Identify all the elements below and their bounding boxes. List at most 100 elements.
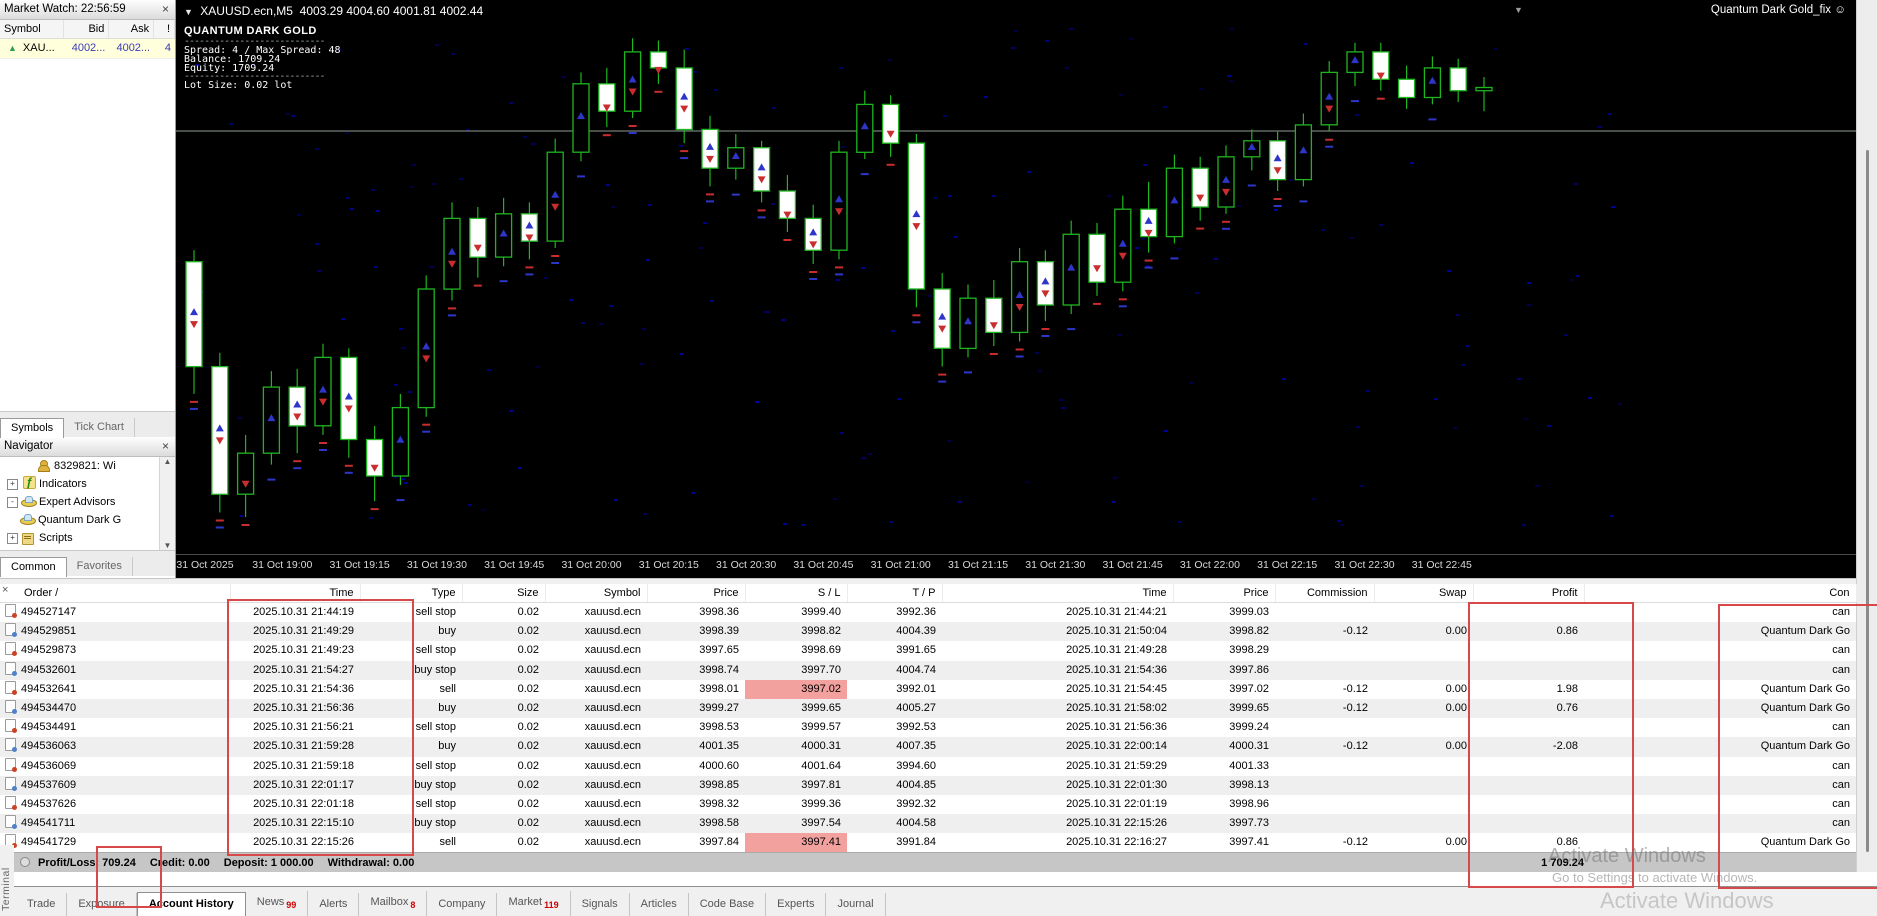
column-header-con[interactable]: Con bbox=[1584, 584, 1857, 603]
column-header-symbol[interactable]: Symbol bbox=[545, 584, 648, 603]
table-row[interactable]: 494541711 2025.10.31 22:15:10 buy stop 0.02… bbox=[0, 814, 1856, 834]
cell: 4007.35 bbox=[847, 737, 942, 757]
tab-common[interactable]: Common bbox=[0, 557, 67, 577]
navigator-scrollbar[interactable]: ▲ ▼ bbox=[159, 457, 175, 550]
column-header-profit[interactable]: Profit bbox=[1473, 584, 1585, 603]
table-row[interactable]: 494536069 2025.10.31 21:59:18 sell stop 0.0… bbox=[0, 757, 1856, 776]
axis-tick-label: 31 Oct 20:15 bbox=[638, 559, 699, 571]
cell: xauusd.ecn bbox=[584, 759, 641, 772]
table-row[interactable]: 494534491 2025.10.31 21:56:21 sell stop 0.0… bbox=[0, 718, 1856, 737]
tab-trade[interactable]: Trade bbox=[16, 893, 68, 916]
sidebar-item-quantum-dark-g[interactable]: Quantum Dark G bbox=[0, 511, 175, 529]
tab-articles[interactable]: Articles bbox=[630, 893, 689, 916]
tab-symbols[interactable]: Symbols bbox=[0, 418, 65, 438]
cell: 3999.27 bbox=[647, 699, 745, 719]
mw-col-ask[interactable]: Ask bbox=[109, 20, 155, 38]
cell: 3998.69 bbox=[801, 644, 841, 657]
cell: 2025.10.31 21:56:21 bbox=[253, 721, 354, 734]
column-header-order[interactable]: Order / bbox=[0, 584, 231, 603]
column-header-sl[interactable]: S / L bbox=[745, 584, 848, 603]
chart-title[interactable]: ▼ XAUUSD.ecn,M5 4003.29 4004.60 4001.81 … bbox=[184, 4, 483, 18]
expand-icon[interactable]: + bbox=[7, 478, 18, 490]
column-header-price[interactable]: Price bbox=[647, 584, 746, 603]
cell: 4004.58 bbox=[847, 814, 942, 834]
table-row[interactable]: 494529873 2025.10.31 21:49:23 sell stop 0.0… bbox=[0, 641, 1856, 660]
market-watch-row[interactable]: ▲ XAU... 4002... 4002... 4 bbox=[0, 39, 175, 59]
tab-tick-chart[interactable]: Tick Chart bbox=[64, 418, 135, 437]
mw-col-bid[interactable]: Bid bbox=[64, 20, 110, 38]
table-row[interactable]: 494529851 2025.10.31 21:49:29 buy 0.02 xauus… bbox=[0, 622, 1856, 642]
cell: 3999.36 bbox=[801, 798, 841, 811]
candlestick-chart[interactable] bbox=[176, 0, 1856, 554]
scroll-down-icon[interactable]: ▼ bbox=[164, 541, 172, 550]
navigator-tabs: Common Favorites bbox=[0, 550, 175, 577]
cell bbox=[1473, 603, 1584, 623]
cell: 3998.82 bbox=[1173, 622, 1275, 642]
table-row[interactable]: 494537626 2025.10.31 22:01:18 sell stop 0.0… bbox=[0, 795, 1856, 814]
column-header-time[interactable]: Time bbox=[230, 584, 361, 603]
tab-account-history[interactable]: Account History bbox=[136, 892, 246, 916]
sidebar-item-indicators[interactable]: + Indicators bbox=[0, 475, 175, 493]
expert-advisor-label[interactable]: Quantum Dark Gold_fix ☺ bbox=[1711, 4, 1846, 16]
expand-icon[interactable]: + bbox=[7, 532, 18, 544]
tab-journal[interactable]: Journal bbox=[826, 893, 886, 916]
tab-experts[interactable]: Experts bbox=[766, 893, 827, 916]
close-icon[interactable]: × bbox=[160, 0, 171, 19]
cell: 3991.65 bbox=[896, 644, 936, 657]
table-row[interactable]: 494534470 2025.10.31 21:56:36 buy 0.02 xauus… bbox=[0, 699, 1856, 719]
column-header-commission[interactable]: Commission bbox=[1275, 584, 1375, 603]
table-row[interactable]: 494541729 2025.10.31 22:15:26 sell 0.02 xauu… bbox=[0, 833, 1856, 853]
tab-signals[interactable]: Signals bbox=[571, 893, 630, 916]
column-header-size[interactable]: Size bbox=[462, 584, 546, 603]
column-header-type[interactable]: Type bbox=[360, 584, 463, 603]
tab-code-base[interactable]: Code Base bbox=[689, 893, 767, 916]
cell: sell stop bbox=[415, 644, 456, 657]
column-header-price[interactable]: Price bbox=[1173, 584, 1276, 603]
cell: 4004.74 bbox=[847, 660, 942, 680]
table-row[interactable]: 494532601 2025.10.31 21:54:27 buy stop 0.02… bbox=[0, 660, 1856, 680]
close-icon[interactable]: × bbox=[2, 584, 8, 596]
cell: 2025.10.31 22:00:14 bbox=[942, 737, 1173, 757]
tab-alerts[interactable]: Alerts bbox=[308, 893, 360, 916]
cell: buy bbox=[360, 699, 462, 719]
sidebar-item-8329821-wi[interactable]: 8329821: Wi bbox=[0, 457, 175, 475]
table-row[interactable]: 494527147 2025.10.31 21:44:19 sell stop 0.0… bbox=[0, 603, 1856, 623]
chart-ohlc: 4003.29 4004.60 4001.81 4002.44 bbox=[299, 4, 484, 18]
summary-icon bbox=[20, 857, 30, 867]
chevron-down-icon[interactable]: ▼ bbox=[184, 7, 193, 17]
cell: 3998.53 bbox=[699, 721, 739, 734]
cell: 4000.31 bbox=[745, 737, 847, 757]
cell: 2025.10.31 21:44:19 bbox=[253, 606, 354, 618]
buy-order-icon bbox=[5, 776, 17, 791]
table-row[interactable]: 494537609 2025.10.31 22:01:17 buy stop 0.02… bbox=[0, 775, 1856, 796]
terminal-side-tab[interactable]: Terminal bbox=[0, 845, 14, 916]
tab-exposure[interactable]: Exposure bbox=[67, 893, 137, 916]
close-icon[interactable]: × bbox=[160, 437, 171, 456]
cell: 2025.10.31 22:16:27 bbox=[1066, 836, 1167, 849]
tree-item-label: 8329821: Wi bbox=[54, 460, 116, 472]
cell: 494541711 bbox=[0, 814, 230, 834]
column-header-tp[interactable]: T / P bbox=[847, 584, 943, 603]
table-row[interactable]: 494532641 2025.10.31 21:54:36 sell 0.02 xauu… bbox=[0, 679, 1856, 700]
cell: xauusd.ecn bbox=[584, 721, 641, 734]
chart-shift-icon[interactable]: ▼ bbox=[1514, 5, 1523, 15]
vertical-scrollbar[interactable] bbox=[1856, 0, 1877, 916]
scrollbar-thumb[interactable] bbox=[1866, 150, 1869, 852]
tab-market[interactable]: Market 119 bbox=[497, 890, 571, 916]
table-row[interactable]: 494536063 2025.10.31 21:59:28 buy 0.02 xauus… bbox=[0, 737, 1856, 757]
cell: sell stop bbox=[415, 759, 456, 772]
scroll-up-icon[interactable]: ▲ bbox=[164, 457, 172, 466]
column-header-swap[interactable]: Swap bbox=[1374, 584, 1474, 603]
tab-mailbox[interactable]: Mailbox 8 bbox=[359, 890, 428, 916]
sidebar-item-scripts[interactable]: + Scripts bbox=[0, 529, 175, 547]
tab-company[interactable]: Company bbox=[427, 893, 498, 916]
cell: 4000.31 bbox=[1173, 737, 1275, 757]
mw-col-![interactable]: ! bbox=[154, 20, 176, 38]
collapse-icon[interactable]: - bbox=[7, 496, 18, 508]
tab-news[interactable]: News 99 bbox=[246, 890, 309, 916]
mw-col-symbol[interactable]: Symbol bbox=[0, 20, 64, 38]
tab-favorites[interactable]: Favorites bbox=[67, 557, 133, 576]
column-header-time[interactable]: Time bbox=[942, 584, 1174, 603]
tree-item-label: Expert Advisors bbox=[39, 496, 116, 508]
sidebar-item-expert-advisors[interactable]: - Expert Advisors bbox=[0, 493, 175, 511]
